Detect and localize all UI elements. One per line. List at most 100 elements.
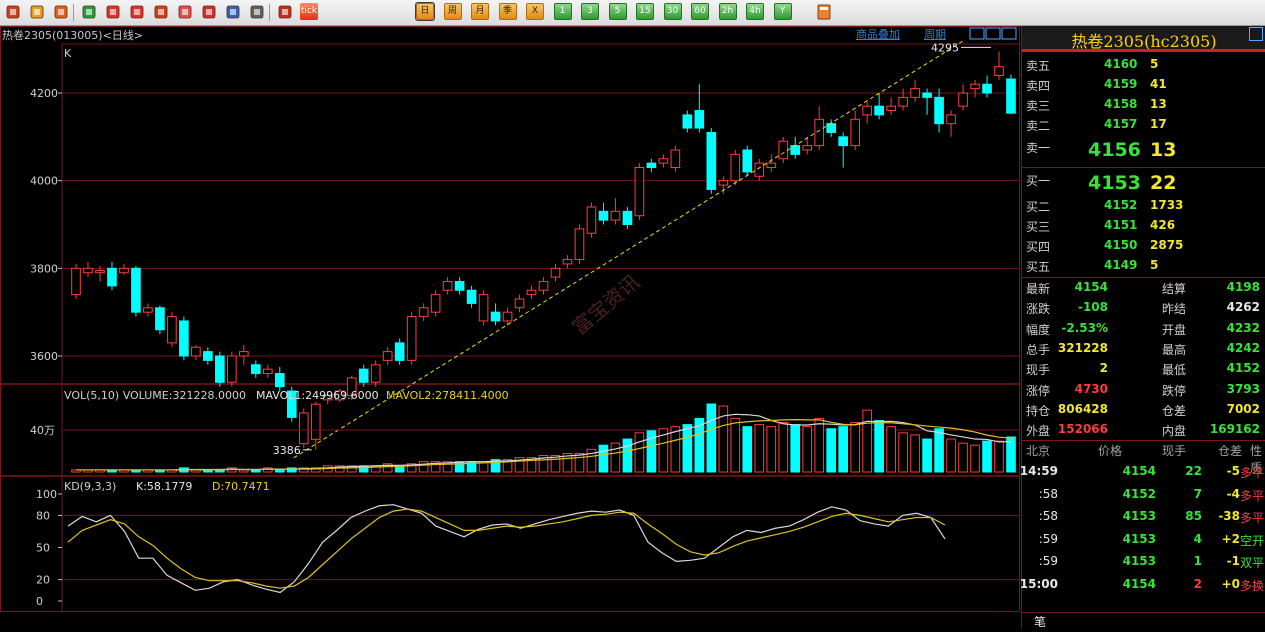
pencil-icon[interactable] [176,3,194,21]
period-button-3[interactable]: 季 [498,3,517,20]
period-button-0[interactable]: 日 [415,2,435,21]
folder-icon[interactable] [28,3,46,21]
stat-row: 幅度 -2.53% 开盘 4232 [1022,321,1265,341]
title-underline [1022,49,1265,52]
zoom-in-icon[interactable] [104,3,122,21]
chart-nav-button-0[interactable] [969,27,985,40]
period-button-5[interactable]: 1 [553,3,572,20]
tick-diff: -5 [1226,464,1240,478]
maximize-icon[interactable] [1249,27,1263,41]
period-button-13[interactable]: Y [773,3,792,20]
sell-row: 卖三 4158 13 [1022,97,1265,117]
refresh-icon[interactable] [80,3,98,21]
candle-body [538,280,549,291]
stat-value: 4152 [1226,361,1260,376]
candle-body [358,368,369,383]
candle-body [778,140,789,160]
kd-tick-label: 50 [36,542,50,555]
chart-nav-button-2[interactable] [1001,27,1017,40]
candle-body [970,83,980,90]
volume-bar [1006,436,1016,473]
chart-nav-button-1[interactable] [985,27,1001,40]
candle-body [430,294,441,313]
candle-body [766,162,777,169]
buy-row: 买四 4150 2875 [1022,238,1265,258]
sell-volume: 41 [1150,77,1167,91]
candle-body [490,311,501,322]
tick-tab[interactable]: 笔 [1034,613,1046,630]
tick-volume: 22 [1185,464,1202,478]
buy-volume: 5 [1150,258,1159,272]
grid-icon[interactable] [248,3,266,21]
candle-body [239,351,249,357]
period-button-4[interactable]: X [526,3,544,20]
volume-bar [742,426,753,473]
calculator-icon[interactable] [815,3,833,21]
sell-row: 卖五 4160 5 [1022,57,1265,77]
period-button-8[interactable]: 15 [636,3,654,20]
stat-label: 现手 [1026,363,1051,378]
cycle-link[interactable]: 周期 [924,26,946,42]
sell1-volume: 13 [1150,139,1177,161]
period-button-11[interactable]: 2h [718,3,737,20]
volume-bar [550,455,561,473]
stat-label: 总手 [1026,342,1051,357]
sell1-label: 卖一 [1026,141,1051,155]
tick-volume: 1 [1193,554,1202,569]
tick-volume: 85 [1185,509,1202,524]
candle-body [658,158,669,164]
kd-tick-label: 20 [36,574,50,587]
sell-label: 卖四 [1026,79,1051,93]
tick-icon[interactable]: tick [300,3,318,20]
chart-canvas[interactable]: 4200 4000 3800 3600 K 4295 3386 VOL(5,10) VOLUM… [0,26,1020,612]
tick-header-2: 现手 [1162,444,1187,458]
candle-body [370,364,381,383]
buy-row: 买五 4149 5 [1022,258,1265,278]
sell-volume: 17 [1150,117,1167,131]
stat-value: 4232 [1226,320,1260,335]
period-button-7[interactable]: 5 [608,3,627,20]
period-button-10[interactable]: 60 [691,3,709,20]
candle-body [994,66,1004,76]
overlay-link[interactable]: 商品叠加 [856,26,900,42]
kline-chart[interactable]: 4200 4000 3800 3600 K 4295 3386 VOL(5,10) VOLUM… [0,26,1020,612]
stat-row: 现手 2 最低 4152 [1022,361,1265,381]
zoom-out-icon[interactable] [128,3,146,21]
sell-row: 卖四 4159 41 [1022,77,1265,97]
candle-body [454,280,465,291]
price-tick-label: 4200 [30,87,58,100]
stat-value: 3793 [1226,381,1260,396]
funnel-icon[interactable] [200,3,218,21]
sell-volume: 5 [1150,57,1159,71]
window-icon[interactable] [152,3,170,21]
list-icon[interactable] [52,3,70,21]
tick-volume: 2 [1193,577,1202,591]
candle-body [622,210,633,226]
home-icon[interactable] [4,3,22,21]
buy-label: 买四 [1026,240,1051,254]
quote-title-bar: 热卷2305(hc2305) [1022,26,1265,52]
tick-time: :58 [1038,486,1058,501]
toolbar-separator [269,4,270,21]
period-button-2[interactable]: 月 [471,3,489,20]
news-icon[interactable] [224,3,242,21]
volume-bar [946,438,956,473]
kd-d-line [67,508,946,589]
period-button-9[interactable]: 30 [663,3,682,20]
volume-bar [274,469,285,473]
kd-tick-label: 0 [36,595,43,608]
period-button-1[interactable]: 周 [443,3,462,20]
trend-icon[interactable] [276,3,294,21]
volume-bar [622,438,633,473]
period-button-6[interactable]: 3 [581,3,599,20]
stat-value: 4242 [1226,340,1260,355]
tick-nature: 空开 [1240,533,1265,548]
candle-body [898,96,908,107]
buy-volume: 426 [1150,218,1176,232]
candle-body [754,162,765,177]
candle-body [155,307,165,331]
stat-value: 4198 [1226,280,1260,294]
sell-label: 卖三 [1026,99,1051,113]
candle-body [802,145,813,151]
period-button-12[interactable]: 4h [746,3,764,20]
